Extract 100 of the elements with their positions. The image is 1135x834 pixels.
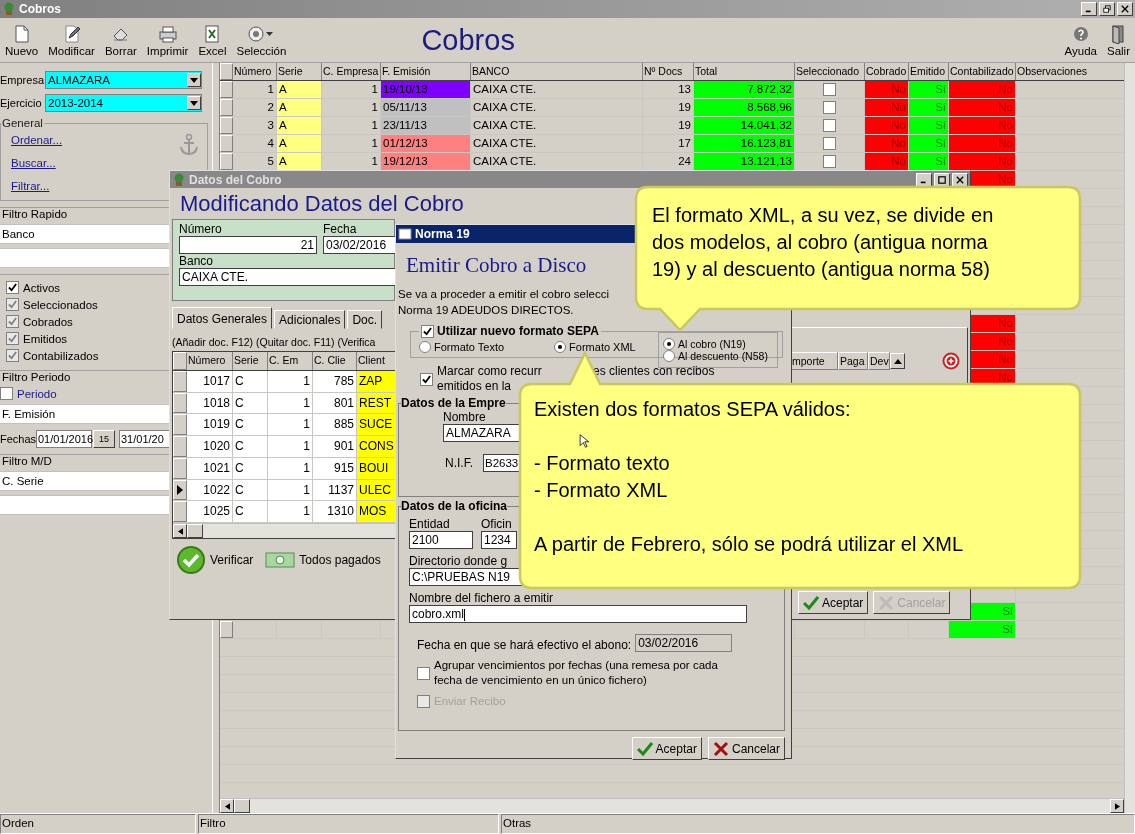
table-cell: 16.123,81 bbox=[694, 135, 795, 152]
all-paid-button[interactable]: Todos pagados bbox=[261, 551, 385, 569]
scrollbar-thumb[interactable] bbox=[234, 799, 250, 813]
column-header[interactable]: C. Clie bbox=[313, 352, 357, 370]
table-cell: C bbox=[233, 414, 268, 436]
checkbox[interactable] bbox=[6, 281, 19, 294]
column-header[interactable]: mporte bbox=[790, 352, 838, 370]
text-field[interactable]: ALMAZARA bbox=[443, 424, 521, 442]
toolbar-button[interactable]: Imprimir bbox=[141, 23, 194, 57]
maximize-button[interactable] bbox=[934, 172, 950, 187]
radio-button[interactable] bbox=[419, 341, 431, 353]
scroll-left-button[interactable] bbox=[173, 524, 187, 539]
column-header[interactable]: F. Emisión bbox=[381, 63, 471, 80]
restore-button[interactable] bbox=[1099, 2, 1115, 16]
checkbox[interactable] bbox=[417, 666, 430, 680]
toolbar-button[interactable]: Salir bbox=[1102, 23, 1135, 57]
close-button[interactable] bbox=[1117, 2, 1133, 16]
table-cell: 05/11/13 bbox=[381, 99, 471, 116]
column-header[interactable]: Número bbox=[233, 63, 277, 80]
scrollbar-thumb[interactable] bbox=[187, 524, 203, 539]
checkbox[interactable] bbox=[823, 119, 836, 132]
callout-text: Existen dos formatos SEPA válidos: bbox=[534, 397, 851, 422]
column-header[interactable]: C. Em bbox=[268, 352, 313, 370]
calendar-button[interactable]: 15 bbox=[93, 430, 115, 448]
minimize-button[interactable] bbox=[1081, 2, 1097, 16]
add-icon[interactable] bbox=[942, 352, 960, 370]
text-field[interactable]: B2633 bbox=[483, 454, 521, 472]
text-field[interactable]: 2100 bbox=[409, 531, 473, 549]
toolbar-button[interactable]: Nuevo bbox=[0, 23, 44, 57]
dialog-button[interactable]: Aceptar bbox=[631, 737, 702, 760]
radio-button[interactable] bbox=[663, 350, 675, 362]
close-icon bbox=[956, 175, 964, 184]
checkmark-icon bbox=[422, 374, 431, 384]
column-header[interactable]: Nº Docs bbox=[643, 63, 694, 80]
checkbox[interactable] bbox=[823, 101, 836, 114]
tab[interactable]: Doc. bbox=[347, 310, 383, 329]
checkbox[interactable] bbox=[823, 137, 836, 150]
scrollbar[interactable] bbox=[1124, 63, 1135, 813]
checkbox[interactable] bbox=[823, 155, 836, 168]
radio-button[interactable] bbox=[663, 338, 675, 350]
table-cell: No bbox=[949, 81, 1016, 98]
radio-button[interactable] bbox=[554, 341, 567, 353]
link[interactable]: Filtrar... bbox=[11, 180, 50, 192]
dropdown[interactable]: ALMAZARA bbox=[45, 71, 202, 89]
column-header[interactable]: BANCO bbox=[471, 63, 643, 80]
checkbox-label: Activos bbox=[23, 281, 61, 294]
status-pane: Orden bbox=[0, 814, 196, 834]
callout-text: - Formato texto - Formato XML bbox=[534, 451, 670, 503]
column-header[interactable]: Serie bbox=[277, 63, 322, 80]
scroll-right-button[interactable] bbox=[1110, 799, 1124, 813]
column-header[interactable]: Serie bbox=[233, 352, 268, 370]
table-cell: Sí bbox=[909, 81, 949, 98]
column-header[interactable]: C. Empresa bbox=[322, 63, 381, 80]
checkbox-label: Periodo bbox=[17, 387, 57, 400]
table-cell: CAIXA CTE. bbox=[471, 99, 643, 116]
date-field[interactable]: 01/01/2016 bbox=[36, 430, 92, 448]
text-field[interactable]: 1234 bbox=[481, 531, 517, 549]
column-header[interactable]: Paga bbox=[838, 352, 868, 370]
arrow-left-icon bbox=[224, 802, 230, 810]
mouse-pointer-icon bbox=[579, 434, 589, 448]
row-header[interactable] bbox=[173, 370, 187, 392]
tab[interactable]: Datos Generales bbox=[172, 307, 273, 329]
checkbox[interactable] bbox=[0, 387, 13, 400]
toolbar-button[interactable]: Ayuda bbox=[1059, 23, 1102, 57]
radio-label: Al descuento (N58) bbox=[678, 350, 768, 362]
scroll-up-button[interactable] bbox=[890, 353, 905, 369]
column-header[interactable]: Emitido bbox=[909, 63, 949, 80]
checkbox[interactable] bbox=[421, 324, 434, 338]
row-header[interactable] bbox=[173, 479, 187, 501]
number-field[interactable]: 21 bbox=[179, 236, 317, 254]
column-header[interactable]: Contabilizado bbox=[949, 63, 1016, 80]
row-header bbox=[173, 352, 187, 370]
verify-button[interactable]: Verificar bbox=[172, 545, 258, 575]
scroll-left-button[interactable] bbox=[220, 799, 234, 813]
dropdown[interactable]: 2013-2014 bbox=[45, 94, 202, 112]
checkbox[interactable] bbox=[420, 372, 433, 386]
dialog-button[interactable]: Aceptar bbox=[798, 591, 869, 614]
column-header[interactable]: Seleccionado bbox=[795, 63, 865, 80]
toolbar-button[interactable]: Excel bbox=[193, 23, 232, 57]
link[interactable]: Ordenar... bbox=[11, 134, 63, 146]
column-header[interactable]: Número bbox=[187, 352, 233, 370]
table-cell: 7.872,32 bbox=[694, 81, 795, 98]
minimize-button[interactable] bbox=[916, 172, 932, 187]
table-cell: 1 bbox=[268, 414, 313, 436]
column-header[interactable]: Total bbox=[694, 63, 795, 80]
dialog-button[interactable]: Cancelar bbox=[707, 737, 785, 760]
text-field[interactable]: cobro.xml bbox=[409, 605, 747, 623]
table-cell: 1020 bbox=[187, 436, 233, 457]
toolbar-button[interactable]: Modificar bbox=[43, 23, 100, 57]
check-circle-icon bbox=[176, 545, 206, 575]
table-cell: Sí bbox=[909, 153, 949, 170]
tab[interactable]: Adicionales bbox=[274, 310, 346, 329]
close-button[interactable] bbox=[952, 172, 968, 187]
date-field[interactable]: 03/02/2016 bbox=[635, 633, 733, 652]
toolbar-button[interactable]: Borrar bbox=[99, 23, 142, 57]
checkbox[interactable] bbox=[823, 83, 836, 96]
link[interactable]: Buscar... bbox=[11, 157, 56, 169]
toolbar-button[interactable]: Selección bbox=[231, 23, 292, 57]
column-header[interactable]: Dev bbox=[868, 352, 890, 370]
column-header[interactable]: Cobrado bbox=[865, 63, 909, 80]
